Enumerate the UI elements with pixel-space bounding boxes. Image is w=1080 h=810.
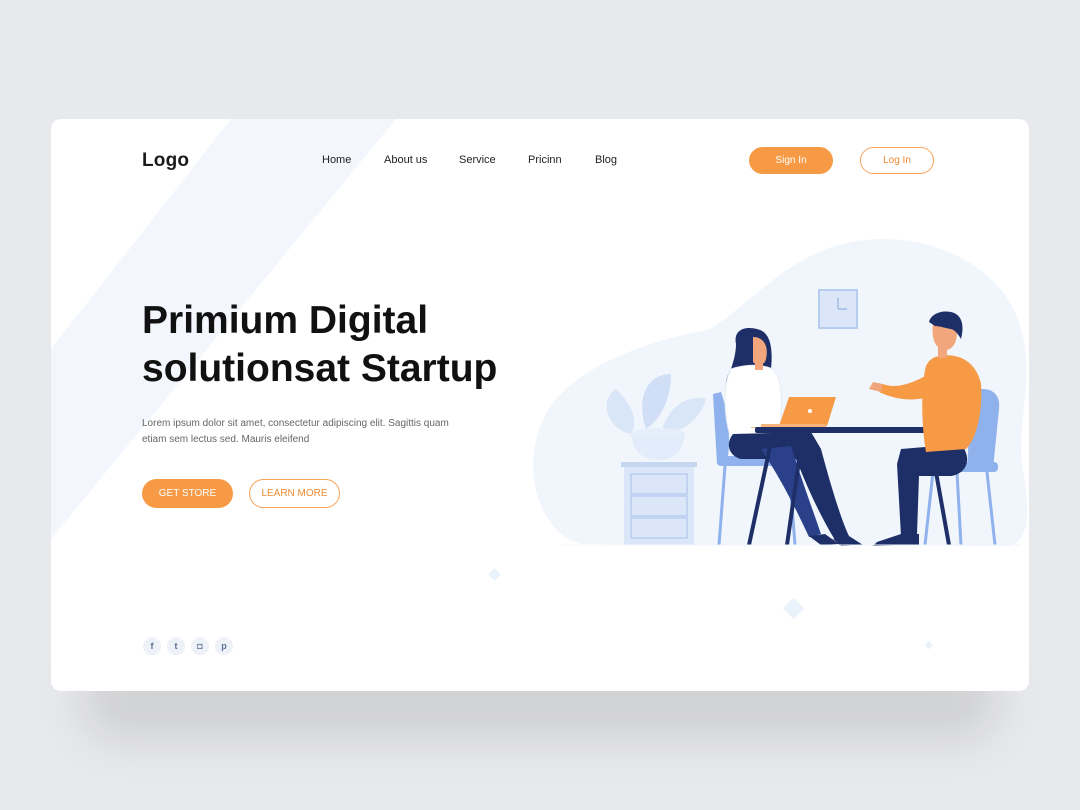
twitter-icon[interactable]: t (167, 637, 185, 655)
hero-title-line-1: Primium Digital (142, 299, 429, 342)
pinterest-icon[interactable]: p (215, 637, 233, 655)
learn-more-button[interactable]: LEARN MORE (249, 479, 340, 508)
instagram-icon[interactable]: ◘ (191, 637, 209, 655)
log-in-button[interactable]: Log In (860, 147, 934, 174)
nav-home[interactable]: Home (322, 154, 351, 166)
nav-about-us[interactable]: About us (384, 154, 427, 166)
facebook-icon[interactable]: f (143, 637, 161, 655)
nav-pricing[interactable]: Pricinn (528, 154, 562, 166)
sign-in-button[interactable]: Sign In (749, 147, 833, 174)
hero-title-line-2: solutionsat Startup (142, 347, 498, 390)
nav-blog[interactable]: Blog (595, 154, 617, 166)
get-store-button[interactable]: GET STORE (142, 479, 233, 508)
nav-service[interactable]: Service (459, 154, 496, 166)
landing-page-card: Logo Home About us Service Pricinn Blog … (51, 119, 1029, 691)
hero-title: Primium Digital solutionsat Startup (142, 297, 562, 393)
logo[interactable]: Logo (142, 150, 189, 172)
hero-description: Lorem ipsum dolor sit amet, consectetur … (142, 418, 449, 445)
meeting-illustration (533, 238, 1028, 546)
